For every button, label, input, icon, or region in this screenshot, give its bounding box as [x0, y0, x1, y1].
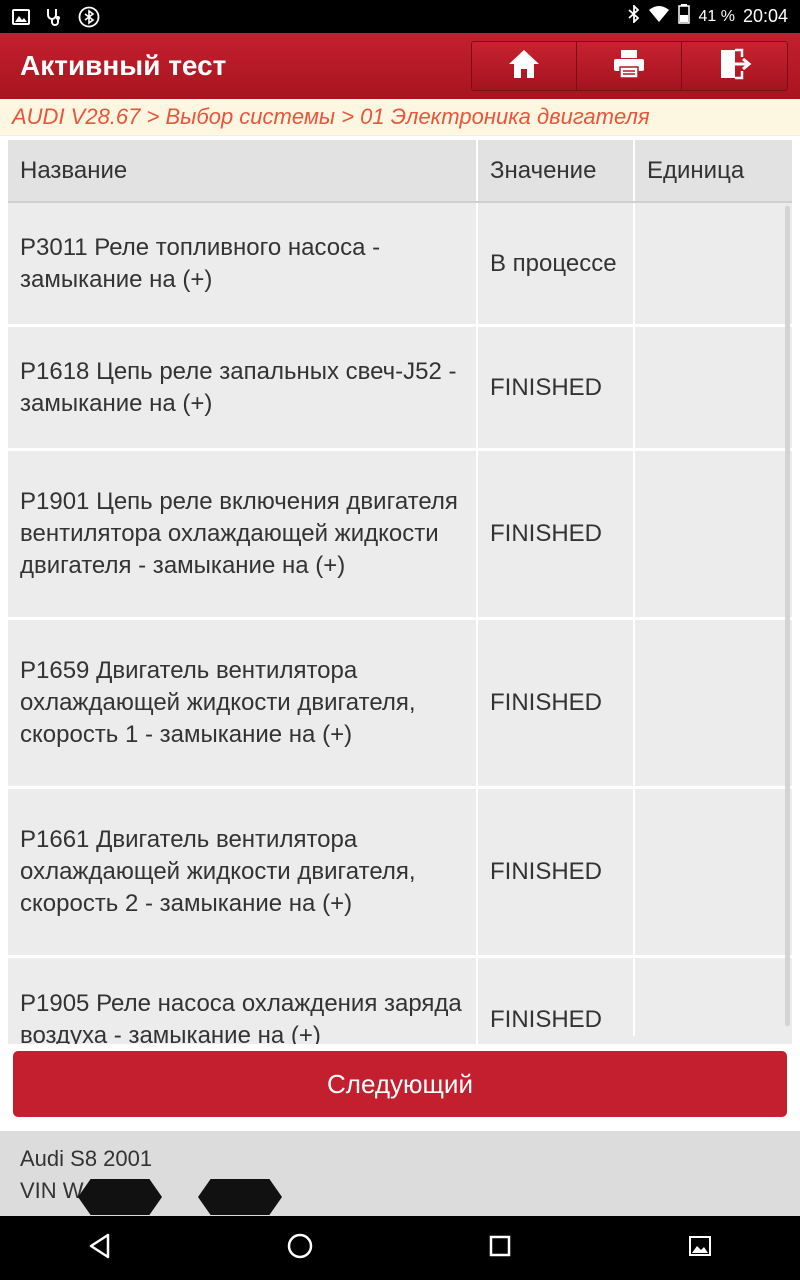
table-row[interactable]: P1659 Двигатель вентилятора охлаждающей …	[8, 620, 792, 789]
table-scrollbar[interactable]	[785, 206, 790, 1026]
battery-icon	[678, 4, 691, 29]
redaction-mark	[78, 1179, 162, 1215]
table-row[interactable]: P1661 Двигатель вентилятора охлаждающей …	[8, 789, 792, 958]
vehicle-info: Audi S8 2001 VIN W	[0, 1131, 800, 1216]
screenshot-button[interactable]	[670, 1218, 730, 1278]
page-title: Активный тест	[20, 50, 227, 81]
column-header-value: Значение	[478, 140, 635, 201]
breadcrumb: AUDI V28.67 > Выбор системы > 01 Электро…	[0, 99, 800, 136]
home-circle-icon	[286, 1232, 314, 1265]
active-test-table[interactable]: Название Значение Единица P3011 Реле топ…	[8, 140, 792, 1044]
battery-percent: 41 %	[698, 7, 735, 25]
column-header-unit: Единица	[647, 156, 745, 184]
table-row[interactable]: P3011 Реле топливного насоса - замыкание…	[8, 203, 792, 327]
table-row[interactable]: P1905 Реле насоса охлаждения заряда возд…	[8, 958, 792, 1044]
stethoscope-notification-icon	[44, 7, 64, 27]
home-nav-button[interactable]	[270, 1218, 330, 1278]
column-header-name: Название	[8, 140, 478, 201]
system-nav-bar	[0, 1216, 800, 1280]
table-row[interactable]: P1901 Цепь реле включения двигателя вент…	[8, 451, 792, 620]
wifi-icon	[648, 5, 670, 28]
bluetooth-icon	[628, 3, 640, 28]
exit-button[interactable]	[682, 42, 787, 90]
recents-square-icon	[488, 1234, 512, 1263]
gallery-icon	[688, 1235, 712, 1262]
row-name: P1661 Двигатель вентилятора охлаждающей …	[8, 789, 478, 955]
table-header: Название Значение Единица	[8, 140, 792, 203]
image-notification-icon	[12, 8, 30, 25]
table-row[interactable]: P1618 Цепь реле запальных свеч-J52 - зам…	[8, 327, 792, 451]
row-unit	[635, 451, 792, 617]
recents-button[interactable]	[470, 1218, 530, 1278]
exit-door-icon	[718, 48, 752, 85]
row-value: FINISHED	[478, 451, 635, 617]
status-bar: 41 % 20:04	[0, 0, 800, 33]
row-name: P3011 Реле топливного насоса - замыкание…	[8, 203, 478, 324]
row-name: P1905 Реле насоса охлаждения заряда возд…	[8, 958, 478, 1044]
vehicle-model: Audi S8 2001	[20, 1146, 153, 1171]
printer-icon	[612, 49, 646, 84]
row-value: FINISHED	[478, 789, 635, 955]
row-value: FINISHED	[478, 958, 635, 1036]
table-body: P3011 Реле топливного насоса - замыкание…	[8, 203, 792, 1044]
print-button[interactable]	[577, 42, 682, 90]
bluetooth-circle-icon	[78, 6, 100, 28]
row-value: FINISHED	[478, 327, 635, 448]
home-button[interactable]	[472, 42, 577, 90]
app-header: Активный тест	[0, 33, 800, 99]
back-button[interactable]	[70, 1218, 130, 1278]
next-button[interactable]: Следующий	[13, 1051, 787, 1117]
row-value: В процессе	[478, 203, 635, 324]
row-unit	[635, 203, 792, 324]
row-unit	[635, 620, 792, 786]
row-value: FINISHED	[478, 620, 635, 786]
home-icon	[507, 48, 541, 85]
redaction-mark	[198, 1179, 282, 1215]
row-name: P1618 Цепь реле запальных свеч-J52 - зам…	[8, 327, 478, 448]
back-triangle-icon	[88, 1233, 112, 1264]
row-unit	[635, 789, 792, 955]
row-unit	[635, 327, 792, 448]
row-name: P1659 Двигатель вентилятора охлаждающей …	[8, 620, 478, 786]
clock: 20:04	[742, 6, 788, 26]
header-toolbar	[471, 41, 788, 91]
row-name: P1901 Цепь реле включения двигателя вент…	[8, 451, 478, 617]
